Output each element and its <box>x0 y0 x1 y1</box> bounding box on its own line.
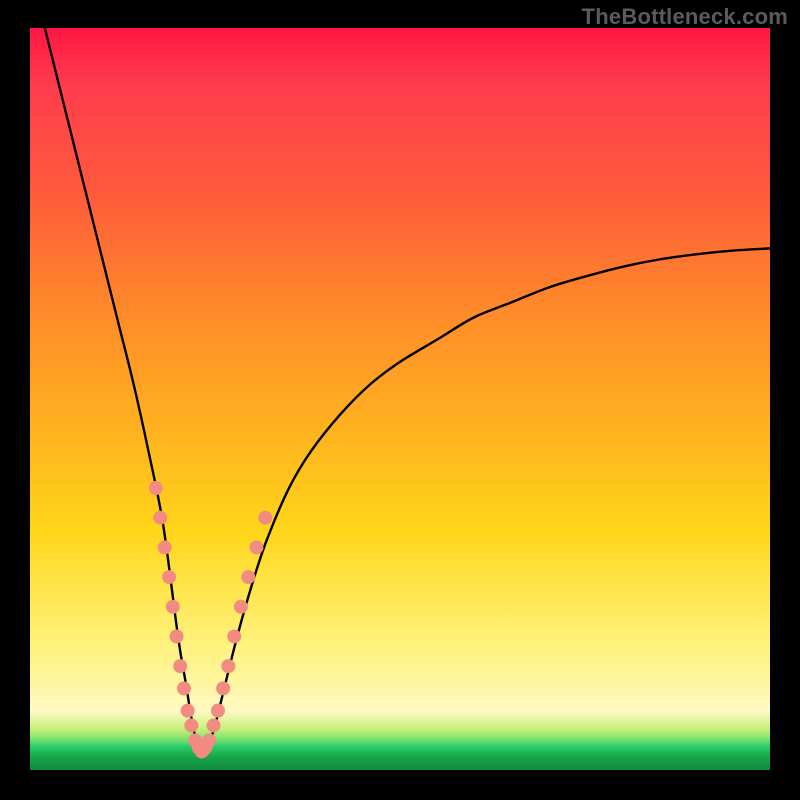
highlight-dot <box>216 681 230 695</box>
highlight-dot <box>221 659 235 673</box>
highlight-dot <box>162 570 176 584</box>
highlight-dot <box>177 681 191 695</box>
highlight-dot <box>166 600 180 614</box>
plot-area <box>30 28 770 770</box>
highlight-dot <box>202 733 216 747</box>
highlight-dot <box>149 481 163 495</box>
highlight-dot <box>234 600 248 614</box>
highlight-dot <box>153 511 167 525</box>
highlight-dot <box>158 540 172 554</box>
highlight-dot <box>227 629 241 643</box>
highlight-dot <box>211 704 225 718</box>
highlight-dots-group <box>149 481 273 758</box>
watermark-text: TheBottleneck.com <box>582 4 788 30</box>
highlight-dot <box>207 718 221 732</box>
highlight-dot <box>241 570 255 584</box>
chart-frame: TheBottleneck.com <box>0 0 800 800</box>
highlight-dot <box>249 540 263 554</box>
highlight-dot <box>173 659 187 673</box>
highlight-dot <box>181 704 195 718</box>
highlight-dot <box>184 718 198 732</box>
curve-layer <box>30 28 770 770</box>
bottleneck-curve <box>45 28 770 756</box>
highlight-dot <box>170 629 184 643</box>
highlight-dot <box>258 511 272 525</box>
